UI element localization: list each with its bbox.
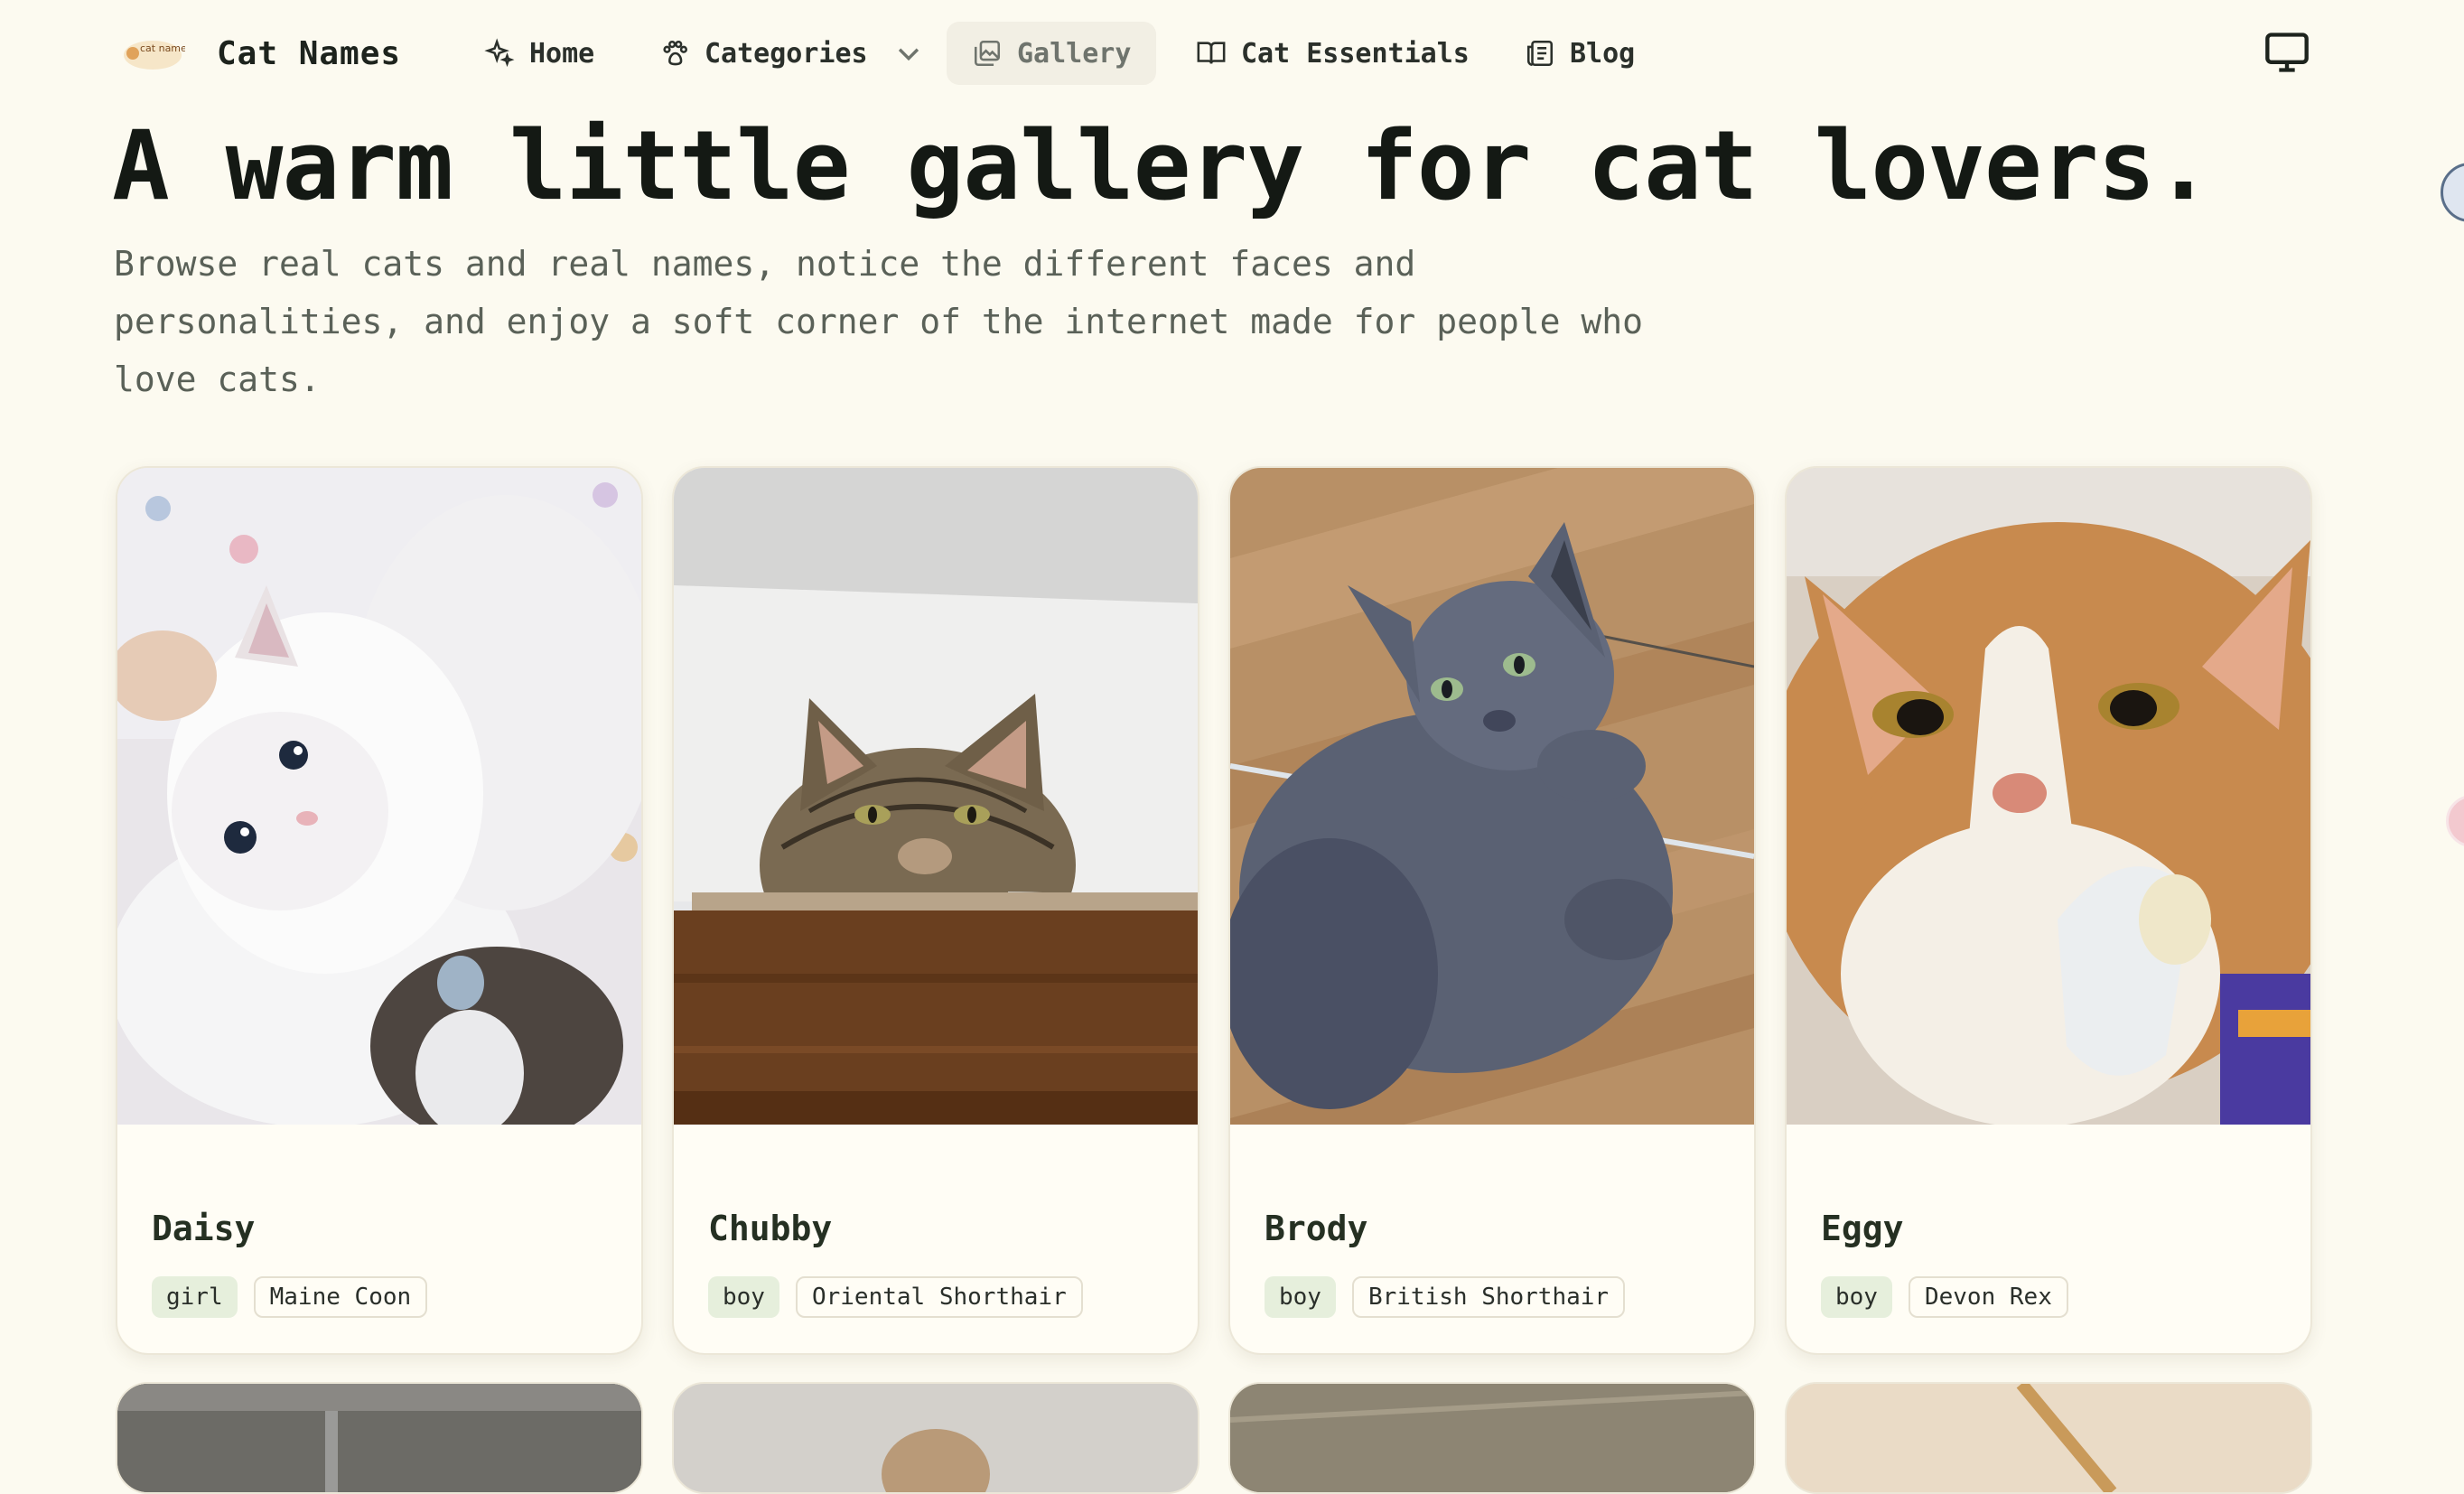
cat-name: Chubby <box>708 1209 833 1248</box>
cat-card-chubby[interactable]: Chubby boy Oriental Shorthair <box>672 466 1199 1355</box>
gender-tag: boy <box>1821 1276 1892 1318</box>
cat-card-row2-4[interactable] <box>1785 1382 2312 1494</box>
cat-photo-eggy <box>1787 468 2310 1125</box>
gender-tag: girl <box>152 1276 238 1318</box>
breed-tag: British Shorthair <box>1351 1276 1626 1318</box>
cat-card-daisy[interactable]: Daisy girl Maine Coon <box>116 466 643 1355</box>
book-open-icon <box>1197 42 1226 64</box>
page-subtitle: Browse real cats and real names, notice … <box>114 244 1643 399</box>
nav-cat-essentials[interactable]: Cat Essentials <box>1171 22 1495 85</box>
nav-cat-essentials-label: Cat Essentials <box>1241 37 1470 70</box>
nav-home-label: Home <box>529 37 595 70</box>
cat-photo-brody <box>1230 468 1754 1125</box>
gender-tag: boy <box>708 1276 779 1318</box>
page-title: A warm little gallery for cat lovers. <box>112 110 2212 221</box>
gallery-icon <box>974 40 1001 67</box>
gender-tag: boy <box>1265 1276 1336 1318</box>
cat-photo-chubby <box>674 468 1198 1125</box>
chevron-down-icon <box>898 48 919 61</box>
cat-card-row2-1[interactable] <box>116 1382 643 1494</box>
paw-icon <box>663 40 688 66</box>
svg-text:cat names: cat names <box>140 42 185 54</box>
cat-photo <box>1230 1384 1754 1492</box>
top-navigation: cat names Cat Names Home Categories Gall… <box>0 0 2464 107</box>
cat-tags: girl Maine Coon <box>152 1276 428 1318</box>
floating-chat-widget[interactable] <box>2446 795 2464 847</box>
cat-photo <box>117 1384 641 1492</box>
floating-avatar-widget[interactable] <box>2441 163 2464 222</box>
cat-card-row2-2[interactable] <box>672 1382 1199 1494</box>
cat-name: Brody <box>1265 1209 1368 1248</box>
sparkles-icon <box>484 38 515 68</box>
cat-name: Daisy <box>152 1209 256 1248</box>
breed-tag: Maine Coon <box>253 1276 428 1318</box>
breed-tag: Oriental Shorthair <box>795 1276 1083 1318</box>
nav-blog[interactable]: Blog <box>1499 22 1660 85</box>
cat-card-brody[interactable]: Brody boy British Shorthair <box>1228 466 1756 1355</box>
nav-gallery-label: Gallery <box>1017 37 1132 70</box>
cat-photo-daisy <box>117 468 641 1125</box>
newspaper-icon <box>1526 40 1554 67</box>
monitor-icon[interactable] <box>2263 29 2310 76</box>
cat-tags: boy Oriental Shorthair <box>708 1276 1083 1318</box>
brand-name: Cat Names <box>217 34 402 72</box>
cat-card-row2-3[interactable] <box>1228 1382 1756 1494</box>
breed-tag: Devon Rex <box>1908 1276 2068 1318</box>
cat-name: Eggy <box>1821 1209 1904 1248</box>
nav-gallery[interactable]: Gallery <box>947 22 1157 85</box>
nav-categories-label: Categories <box>705 37 868 70</box>
nav-blog-label: Blog <box>1570 37 1636 70</box>
cat-photo <box>1787 1384 2310 1492</box>
cat-tags: boy British Shorthair <box>1265 1276 1626 1318</box>
nav-categories[interactable]: Categories <box>634 22 964 85</box>
cat-names-logo: cat names <box>116 28 190 79</box>
cat-tags: boy Devon Rex <box>1821 1276 2068 1318</box>
cat-photo <box>674 1384 1198 1492</box>
nav-home[interactable]: Home <box>459 22 620 85</box>
brand[interactable]: cat names Cat Names <box>116 18 401 89</box>
cat-card-eggy[interactable]: Eggy boy Devon Rex <box>1785 466 2312 1355</box>
